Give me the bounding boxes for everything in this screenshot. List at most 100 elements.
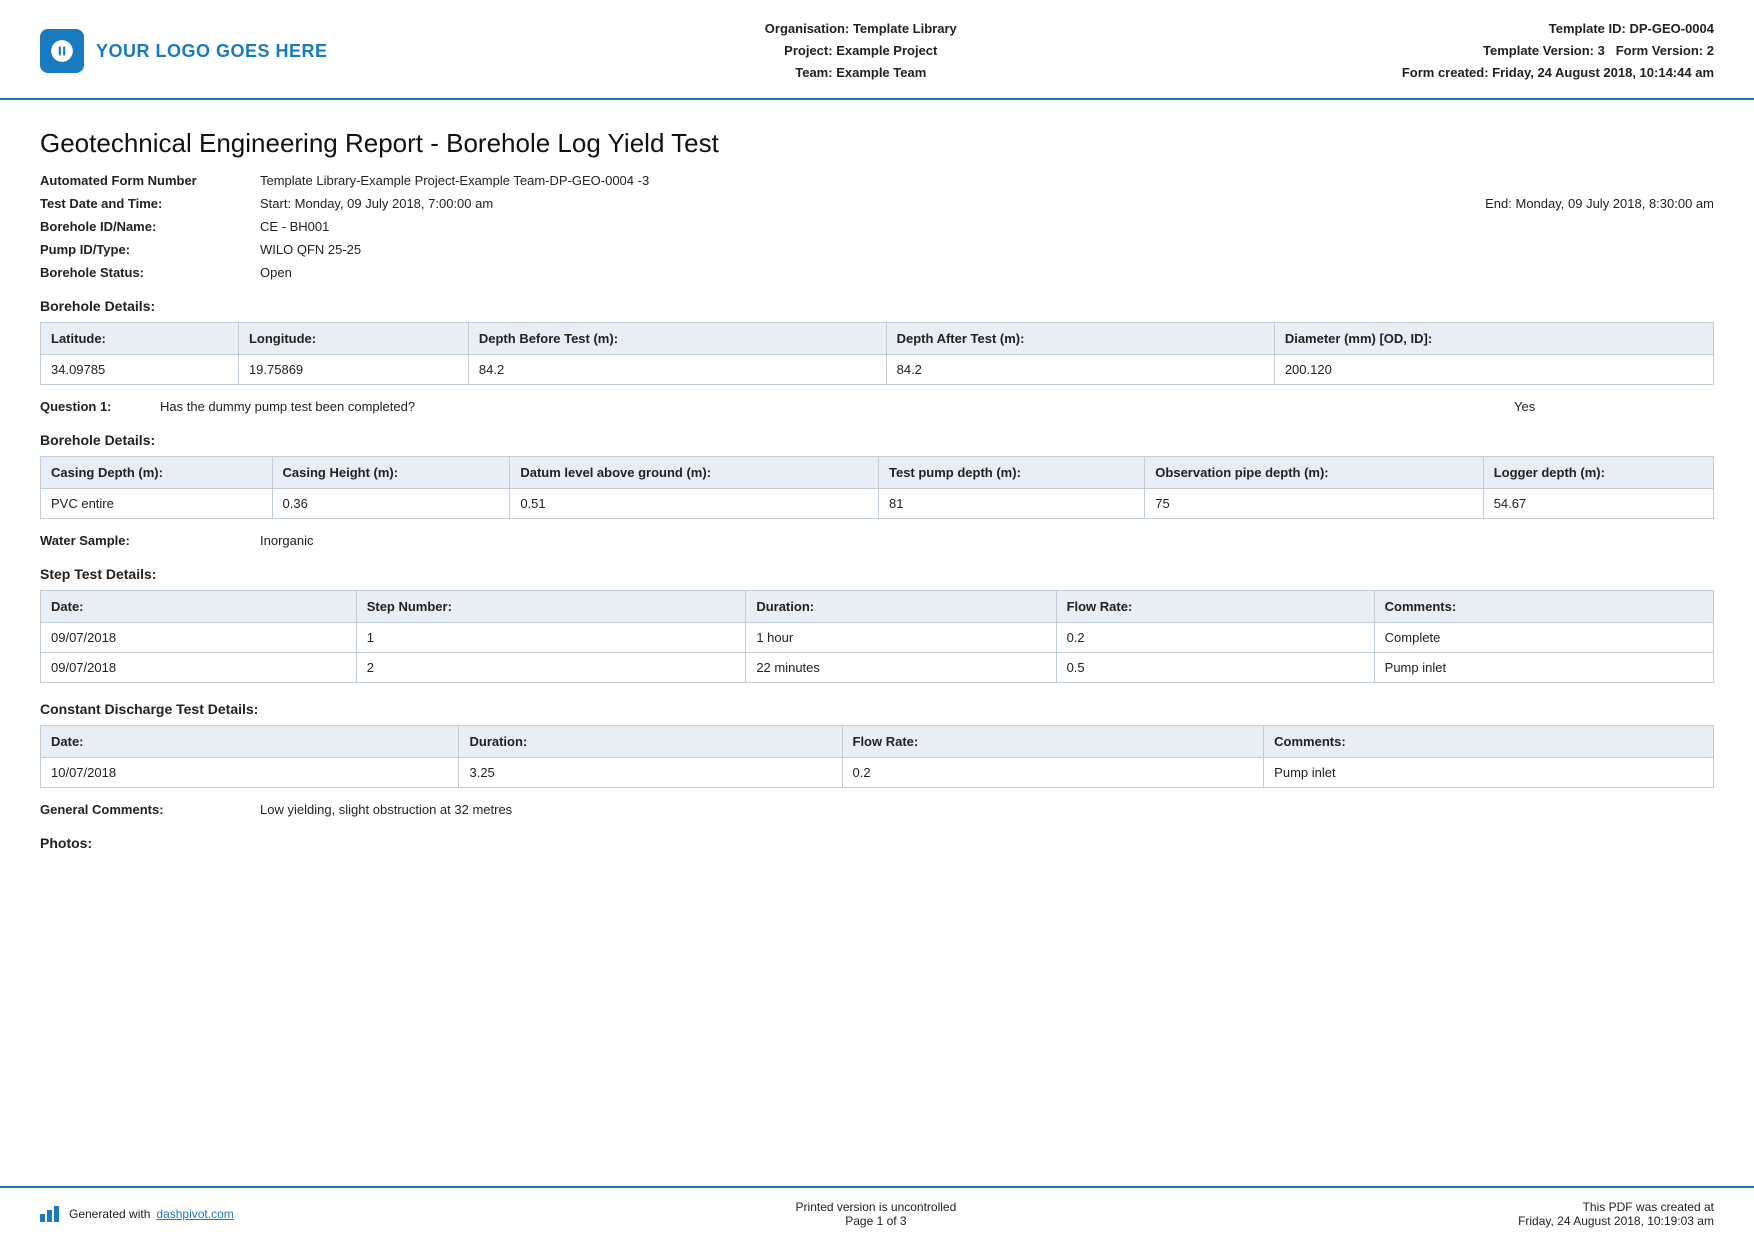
col-step-comments: Comments:	[1374, 591, 1713, 623]
template-version-label: Template Version:	[1483, 43, 1594, 58]
col-step-date: Date:	[41, 591, 357, 623]
col-cd-date: Date:	[41, 726, 459, 758]
col-depth-after: Depth After Test (m):	[886, 323, 1274, 355]
cell-latitude: 34.09785	[41, 355, 239, 385]
col-test-pump-depth: Test pump depth (m):	[878, 457, 1144, 489]
borehole-id-value: CE - BH001	[260, 219, 329, 234]
footer-left: Generated with dashpivot.com	[40, 1206, 234, 1222]
cell-cd-comments: Pump inlet	[1264, 758, 1714, 788]
water-sample-label: Water Sample:	[40, 533, 260, 548]
general-comments-label: General Comments:	[40, 802, 260, 817]
cell-diameter: 200.120	[1274, 355, 1713, 385]
form-version-value: 2	[1707, 43, 1714, 58]
template-id-label: Template ID:	[1549, 21, 1626, 36]
cell-casing-depth: PVC entire	[41, 489, 273, 519]
footer-generated-text: Generated with	[69, 1207, 150, 1221]
report-title: Geotechnical Engineering Report - Boreho…	[40, 128, 1714, 159]
auto-form-label: Automated Form Number	[40, 173, 260, 188]
cell-casing-height: 0.36	[272, 489, 510, 519]
borehole-details-2-header-row: Casing Depth (m): Casing Height (m): Dat…	[41, 457, 1714, 489]
col-casing-depth: Casing Depth (m):	[41, 457, 273, 489]
cell-step-duration-1: 1 hour	[746, 623, 1056, 653]
form-created-value: Friday, 24 August 2018, 10:14:44 am	[1492, 65, 1714, 80]
col-step-number: Step Number:	[356, 591, 746, 623]
org-label: Organisation:	[765, 21, 850, 36]
col-casing-height: Casing Height (m):	[272, 457, 510, 489]
org-value: Template Library	[853, 21, 957, 36]
col-longitude: Longitude:	[238, 323, 468, 355]
footer-created-date: Friday, 24 August 2018, 10:19:03 am	[1518, 1214, 1714, 1228]
logo-svg	[49, 38, 75, 64]
constant-discharge-title: Constant Discharge Test Details:	[40, 701, 1714, 717]
template-id-value: DP-GEO-0004	[1629, 21, 1714, 36]
header-team: Team: Example Team	[328, 62, 1394, 84]
test-date-start: Start: Monday, 09 July 2018, 7:00:00 am	[260, 196, 1425, 211]
cell-step-date-2: 09/07/2018	[41, 653, 357, 683]
auto-form-number-row: Automated Form Number Template Library-E…	[40, 173, 1714, 188]
question1-row: Question 1: Has the dummy pump test been…	[40, 399, 1714, 414]
header-right: Template ID: DP-GEO-0004 Template Versio…	[1394, 18, 1714, 84]
test-date-row: Test Date and Time: Start: Monday, 09 Ju…	[40, 196, 1714, 211]
cell-cd-date: 10/07/2018	[41, 758, 459, 788]
footer-dashpivot-link[interactable]: dashpivot.com	[156, 1207, 233, 1221]
col-step-duration: Duration:	[746, 591, 1056, 623]
cell-step-flow-rate-2: 0.5	[1056, 653, 1374, 683]
table-row: 09/07/2018 1 1 hour 0.2 Complete	[41, 623, 1714, 653]
cell-test-pump-depth: 81	[878, 489, 1144, 519]
page-footer: Generated with dashpivot.com Printed ver…	[0, 1186, 1754, 1240]
header-center: Organisation: Template Library Project: …	[328, 18, 1394, 84]
pump-id-row: Pump ID/Type: WILO QFN 25-25	[40, 242, 1714, 257]
team-value: Example Team	[836, 65, 926, 80]
header-project: Project: Example Project	[328, 40, 1394, 62]
cell-datum-level: 0.51	[510, 489, 879, 519]
constant-discharge-table: Date: Duration: Flow Rate: Comments: 10/…	[40, 725, 1714, 788]
footer-right: This PDF was created at Friday, 24 Augus…	[1518, 1200, 1714, 1228]
header-org: Organisation: Template Library	[328, 18, 1394, 40]
borehole-details-2-table: Casing Depth (m): Casing Height (m): Dat…	[40, 456, 1714, 519]
main-content: Geotechnical Engineering Report - Boreho…	[0, 100, 1754, 891]
col-depth-before: Depth Before Test (m):	[468, 323, 886, 355]
auto-form-value: Template Library-Example Project-Example…	[260, 173, 649, 188]
borehole-id-label: Borehole ID/Name:	[40, 219, 260, 234]
borehole-id-row: Borehole ID/Name: CE - BH001	[40, 219, 1714, 234]
step-test-title: Step Test Details:	[40, 566, 1714, 582]
test-date-end: End: Monday, 09 July 2018, 8:30:00 am	[1485, 196, 1714, 211]
general-comments-value: Low yielding, slight obstruction at 32 m…	[260, 802, 512, 817]
cell-depth-before: 84.2	[468, 355, 886, 385]
cell-logger-depth: 54.67	[1483, 489, 1713, 519]
test-date-label: Test Date and Time:	[40, 196, 260, 211]
borehole-details-2-data-row: PVC entire 0.36 0.51 81 75 54.67	[41, 489, 1714, 519]
dashpivot-icon	[40, 1206, 59, 1222]
form-created-label: Form created:	[1402, 65, 1489, 80]
step-test-header-row: Date: Step Number: Duration: Flow Rate: …	[41, 591, 1714, 623]
logo-text: YOUR LOGO GOES HERE	[96, 41, 328, 62]
cell-step-date-1: 09/07/2018	[41, 623, 357, 653]
cell-step-number-1: 1	[356, 623, 746, 653]
template-version-row: Template Version: 3 Form Version: 2	[1394, 40, 1714, 62]
borehole-details-1-data-row: 34.09785 19.75869 84.2 84.2 200.120	[41, 355, 1714, 385]
col-logger-depth: Logger depth (m):	[1483, 457, 1713, 489]
table-row: 10/07/2018 3.25 0.2 Pump inlet	[41, 758, 1714, 788]
borehole-status-label: Borehole Status:	[40, 265, 260, 280]
footer-uncontrolled: Printed version is uncontrolled	[796, 1200, 957, 1214]
borehole-details-2-title: Borehole Details:	[40, 432, 1714, 448]
cell-step-comments-2: Pump inlet	[1374, 653, 1713, 683]
col-cd-comments: Comments:	[1264, 726, 1714, 758]
form-created-row: Form created: Friday, 24 August 2018, 10…	[1394, 62, 1714, 84]
pump-id-value: WILO QFN 25-25	[260, 242, 361, 257]
borehole-status-row: Borehole Status: Open	[40, 265, 1714, 280]
constant-discharge-header-row: Date: Duration: Flow Rate: Comments:	[41, 726, 1714, 758]
cell-step-duration-2: 22 minutes	[746, 653, 1056, 683]
borehole-details-1-table: Latitude: Longitude: Depth Before Test (…	[40, 322, 1714, 385]
form-version-label: Form Version:	[1616, 43, 1703, 58]
borehole-details-1-title: Borehole Details:	[40, 298, 1714, 314]
template-id-row: Template ID: DP-GEO-0004	[1394, 18, 1714, 40]
project-label: Project:	[784, 43, 832, 58]
borehole-status-value: Open	[260, 265, 292, 280]
template-version-value: 3	[1598, 43, 1605, 58]
col-cd-flow-rate: Flow Rate:	[842, 726, 1264, 758]
project-value: Example Project	[836, 43, 937, 58]
col-diameter: Diameter (mm) [OD, ID]:	[1274, 323, 1713, 355]
logo-icon	[40, 29, 84, 73]
table-row: 09/07/2018 2 22 minutes 0.5 Pump inlet	[41, 653, 1714, 683]
